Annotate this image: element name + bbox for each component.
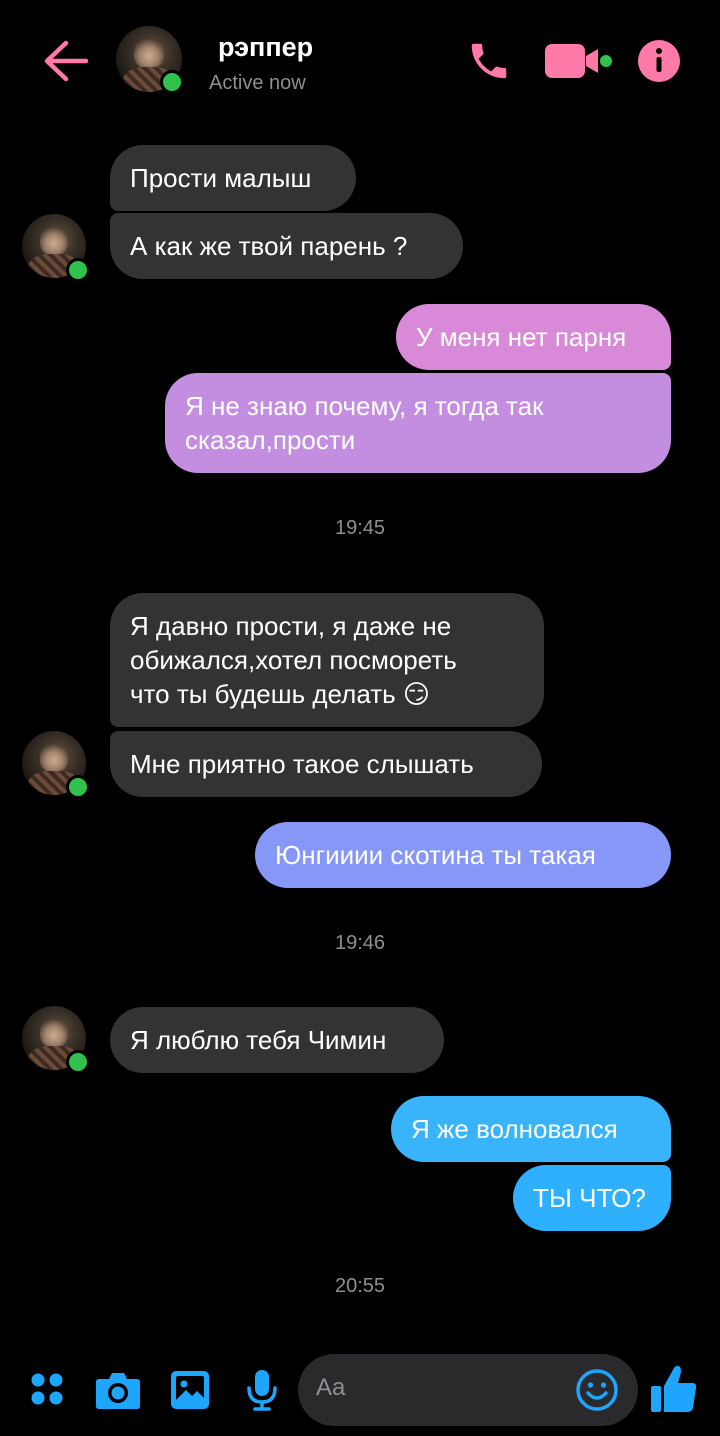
- message-bubble-incoming[interactable]: Прости малыш: [110, 145, 356, 211]
- voice-message-button[interactable]: [246, 1368, 278, 1412]
- message-input[interactable]: Aa: [298, 1354, 638, 1426]
- voice-call-button[interactable]: [466, 38, 512, 84]
- more-actions-button[interactable]: [30, 1372, 64, 1406]
- camera-button[interactable]: [95, 1370, 141, 1410]
- message-bubble-outgoing[interactable]: ТЫ ЧТО?: [513, 1165, 671, 1231]
- back-button[interactable]: [40, 38, 92, 84]
- sender-avatar: [22, 731, 90, 799]
- online-indicator: [160, 70, 184, 94]
- camera-icon: [96, 1373, 140, 1409]
- sender-avatar: [22, 1006, 90, 1074]
- message-bubble-outgoing[interactable]: Юнгииии скотина ты такая: [255, 822, 671, 888]
- phone-icon: [471, 43, 507, 79]
- timestamp: 20:55: [334, 1275, 386, 1297]
- message-bubble-incoming[interactable]: Я давно прости, я даже не обижался,хотел…: [110, 593, 544, 727]
- info-icon: [638, 40, 680, 82]
- message-bubble-incoming[interactable]: Я люблю тебя Чимин: [110, 1007, 444, 1073]
- online-indicator: [66, 258, 90, 282]
- message-bubble-outgoing[interactable]: Я же волновался: [391, 1096, 671, 1162]
- chat-screen: рэппер Active now Прости малыш А как же …: [0, 0, 720, 1436]
- online-indicator: [66, 1050, 90, 1074]
- message-input-placeholder: Aa: [316, 1374, 346, 1401]
- info-button[interactable]: [638, 40, 680, 82]
- timestamp: 19:45: [334, 517, 386, 539]
- menu-dots-icon: [31, 1373, 63, 1405]
- active-status: Active now: [209, 72, 306, 94]
- message-bubble-incoming[interactable]: Мне приятно такое слышать: [110, 731, 542, 797]
- contact-name[interactable]: рэппер: [218, 32, 313, 63]
- contact-avatar[interactable]: [116, 26, 184, 94]
- microphone-icon: [247, 1370, 277, 1411]
- gallery-button[interactable]: [170, 1370, 210, 1410]
- gallery-icon: [171, 1371, 209, 1409]
- message-bubble-incoming[interactable]: А как же твой парень ?: [110, 213, 463, 279]
- message-bubble-outgoing[interactable]: Я не знаю почему, я тогда так сказал,про…: [165, 373, 671, 473]
- emoji-icon: [576, 1369, 618, 1411]
- online-indicator: [66, 775, 90, 799]
- like-button[interactable]: [650, 1364, 698, 1414]
- thumbs-up-icon: [651, 1365, 697, 1412]
- timestamp: 19:46: [334, 932, 386, 954]
- sender-avatar: [22, 214, 90, 282]
- emoji-button[interactable]: [575, 1368, 619, 1412]
- video-camera-icon: [545, 44, 612, 78]
- message-bubble-outgoing[interactable]: У меня нет парня: [396, 304, 671, 370]
- chat-header: рэппер Active now: [0, 0, 720, 120]
- arrow-left-icon: [44, 40, 89, 82]
- composer-bar: Aa: [0, 1340, 720, 1436]
- video-call-button[interactable]: [544, 40, 614, 82]
